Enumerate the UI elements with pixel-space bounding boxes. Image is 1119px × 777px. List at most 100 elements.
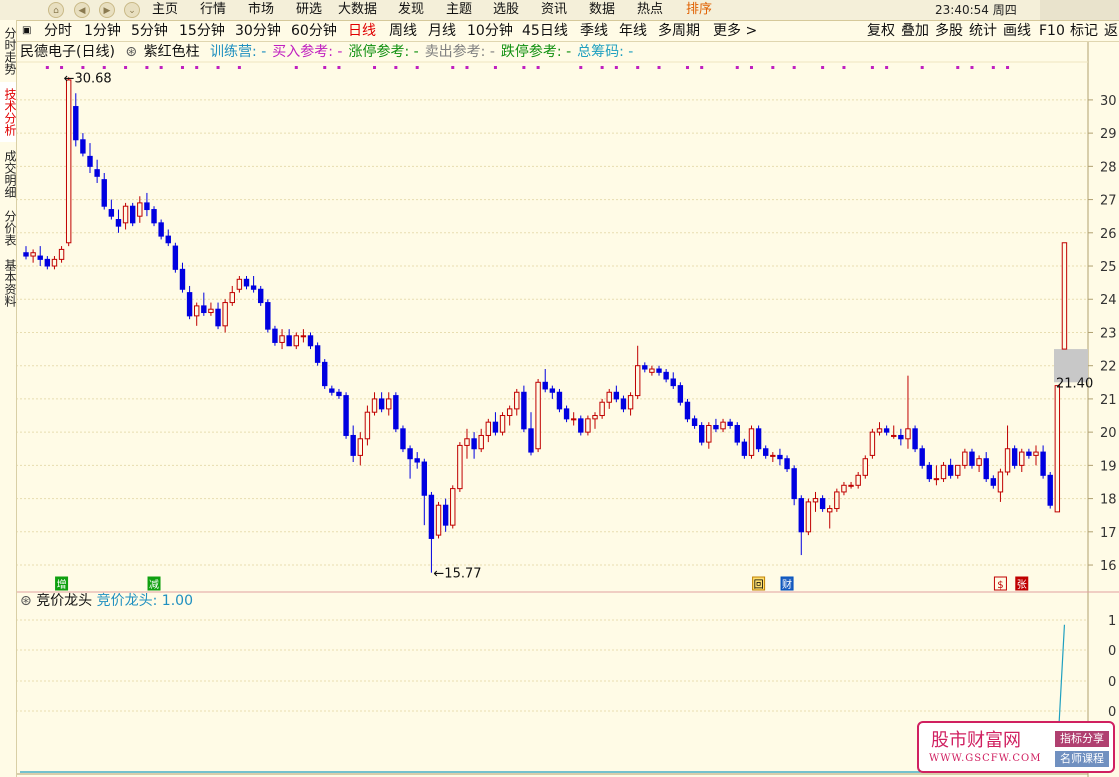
tool-button-3[interactable]: 统计 [969, 22, 997, 40]
signal-dot-3 [102, 66, 106, 69]
signal-dot-35 [870, 66, 874, 69]
candle-body-137 [997, 471, 1004, 493]
period-tab-9[interactable]: 10分钟 [467, 22, 513, 40]
candle-body-114 [834, 491, 840, 510]
tool-button-6[interactable]: 标记 [1070, 22, 1098, 40]
period-tab-3[interactable]: 15分钟 [179, 22, 225, 40]
menu-item-1[interactable]: 行情 [200, 1, 226, 19]
menu-item-11[interactable]: 排序 [686, 1, 712, 19]
forward-icon[interactable]: ▶ [99, 2, 115, 18]
sub-tick-label-0: 1 [1108, 614, 1116, 629]
dropdown-icon[interactable]: ⌄ [124, 2, 140, 18]
period-tab-8[interactable]: 月线 [428, 22, 456, 40]
candle-body-95 [698, 424, 705, 443]
candle-body-111 [812, 498, 819, 503]
tool-button-4[interactable]: 画线 [1003, 22, 1031, 40]
tool-button-7[interactable]: 返 [1104, 22, 1118, 40]
signal-dot-29 [735, 66, 739, 69]
event-marker-label-5: 张 [1017, 579, 1027, 591]
sidebar-tab-4[interactable]: 基本资料 [0, 253, 17, 313]
sub-indicator-name[interactable]: 竞价龙头 [36, 593, 92, 609]
info-item-1: 买入参考: - [272, 44, 343, 60]
period-tab-14[interactable]: 更多 > [713, 22, 757, 40]
signal-dot-23 [600, 66, 604, 69]
candle-body-60 [450, 488, 456, 526]
signal-dot-25 [636, 66, 640, 69]
period-tab-11[interactable]: 季线 [580, 22, 608, 40]
menu-item-2[interactable]: 市场 [248, 1, 274, 19]
menu-item-5[interactable]: 发现 [398, 1, 424, 19]
period-bar: ▣ 分时 1分钟 5分钟 15分钟 30分钟 60分钟 日线 周线 月线 10分钟 45日线 季线 年线… [0, 21, 1119, 42]
period-tab-13[interactable]: 多周期 [658, 22, 700, 40]
candle-body-100 [734, 424, 740, 443]
period-tab-10[interactable]: 45日线 [522, 22, 568, 40]
period-tab-12[interactable]: 年线 [619, 22, 647, 40]
event-marker-label-2: 回 [754, 579, 764, 591]
signal-dot-10 [237, 66, 241, 69]
period-tab-1[interactable]: 1分钟 [84, 22, 121, 40]
candle-body-146 [1061, 242, 1068, 350]
candle-body-105 [770, 454, 776, 457]
candle-body-115 [841, 484, 847, 493]
tool-button-0[interactable]: 复权 [867, 22, 895, 40]
period-tab-7[interactable]: 周线 [389, 22, 417, 40]
candle-body-102 [748, 428, 755, 456]
period-toggle-icon[interactable]: ▣ [22, 22, 31, 40]
sidebar-tab-2[interactable]: 成交明细 [0, 145, 17, 203]
stock-name[interactable]: 民德电子(日线) [20, 44, 115, 60]
indicator-toggle-icon[interactable]: ⊛ [125, 44, 137, 60]
signal-dot-22 [579, 66, 583, 69]
period-tab-4[interactable]: 30分钟 [235, 22, 281, 40]
home-icon[interactable]: ⌂ [48, 2, 64, 18]
candle-body-10 [94, 169, 100, 177]
sub-toggle-icon[interactable]: ⊛ [20, 593, 32, 609]
candle-body-4 [51, 258, 58, 267]
sidebar-tab-3[interactable]: 分价表 [0, 205, 17, 251]
candle-body-88 [649, 368, 655, 373]
sidebar-tab-0[interactable]: 分时走势 [0, 22, 17, 80]
back-icon[interactable]: ◀ [74, 2, 90, 18]
sidebar-tab-1[interactable]: 技术分析 [0, 82, 17, 142]
candle-body-11 [101, 179, 107, 207]
menu-item-0[interactable]: 主页 [152, 1, 178, 19]
candle-body-0 [23, 252, 29, 257]
signal-dot-24 [614, 66, 618, 69]
sub-series-line [20, 624, 1066, 773]
signal-dot-16 [415, 66, 419, 69]
period-tab-5[interactable]: 60分钟 [291, 22, 337, 40]
menu-item-8[interactable]: 资讯 [541, 1, 567, 19]
candle-body-61 [457, 444, 463, 490]
tool-button-2[interactable]: 多股 [935, 22, 963, 40]
menu-item-9[interactable]: 数据 [589, 1, 615, 19]
menu-item-6[interactable]: 主题 [446, 1, 472, 19]
period-tab-0[interactable]: 分时 [44, 22, 72, 40]
candle-body-97 [713, 424, 719, 430]
candle-body-101 [741, 441, 748, 456]
menu-item-4[interactable]: 大数据 [338, 1, 377, 19]
candle-body-138 [1004, 448, 1011, 473]
candle-body-1 [30, 252, 36, 257]
candle-body-99 [727, 421, 733, 426]
menu-item-7[interactable]: 选股 [493, 1, 519, 19]
menu-item-10[interactable]: 热点 [637, 1, 663, 19]
period-tab-6[interactable]: 日线 [348, 22, 376, 40]
tool-button-5[interactable]: F10 [1039, 22, 1065, 40]
candle-body-41 [314, 345, 321, 363]
period-tab-2[interactable]: 5分钟 [131, 22, 168, 40]
candle-body-3 [44, 258, 51, 267]
signal-dot-7 [180, 66, 184, 69]
candle-body-117 [855, 474, 861, 486]
tool-button-1[interactable]: 叠加 [901, 22, 929, 40]
menu-item-3[interactable]: 研选 [296, 1, 322, 19]
indicator-name[interactable]: 紫红色柱 [144, 44, 200, 60]
candle-body-87 [642, 365, 648, 370]
candle-body-134 [976, 458, 982, 466]
y-tick-label-5: 21 [1100, 393, 1117, 408]
candle-body-126 [919, 448, 925, 466]
kline-chart[interactable]: 16 17 18 19 20 21 22 23 24 25 26 27 28 29 30 1 0 0 0 ←30.68… [0, 0, 1119, 777]
candle-body-33 [258, 288, 264, 304]
candle-body-27 [215, 308, 221, 327]
info-item-0: 训练营: - [210, 44, 267, 60]
signal-dot-32 [792, 66, 796, 69]
window-controls[interactable] [1040, 0, 1119, 20]
